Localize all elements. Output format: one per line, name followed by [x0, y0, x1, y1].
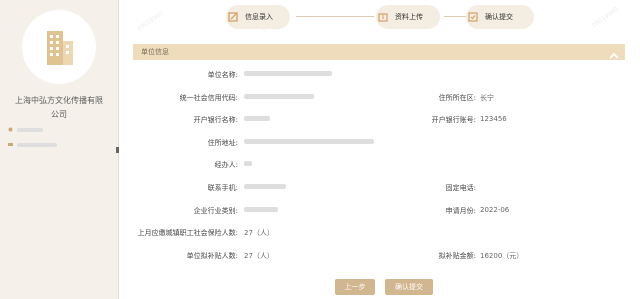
redacted-text [17, 142, 57, 147]
phone-value [244, 184, 286, 189]
bank-name-label: 开户银行名称: [193, 116, 238, 124]
section-title: 单位信息 [141, 48, 169, 56]
address-value [244, 139, 374, 144]
apply-month-label: 申请月份: [445, 207, 476, 215]
collapse-handle[interactable] [116, 147, 119, 153]
step-confirm[interactable]: 确认提交 [466, 5, 534, 29]
card-icon [8, 142, 13, 147]
section-header[interactable]: 单位信息 [133, 44, 625, 60]
industry-value [244, 207, 278, 212]
step-divider [296, 16, 374, 17]
subsidy-amount-value: 16200（元） [480, 252, 524, 260]
phone-label: 联系手机: [207, 184, 238, 192]
bank-account-label: 开户银行账号: [431, 116, 476, 124]
company-avatar [22, 10, 96, 84]
subsidy-amount-label: 拟补贴金额: [438, 252, 476, 260]
upload-icon [376, 10, 390, 24]
unit-name-value [244, 71, 332, 76]
step-upload[interactable]: 资料上传 [376, 5, 440, 29]
district-label: 住所所在区: [438, 94, 476, 102]
redacted-text [17, 127, 43, 132]
apply-month-value: 2022-06 [480, 206, 510, 214]
edit-icon [226, 10, 240, 24]
step-progress: 信息录入 资料上传 确认提交 [118, 0, 640, 36]
handler-label: 经办人: [214, 161, 238, 169]
address-label: 住所地址: [207, 139, 238, 147]
insured-count-value: 27（人） [244, 229, 274, 237]
bank-name-value [244, 116, 270, 121]
left-info-item [8, 127, 43, 132]
confirm-submit-button[interactable]: 确认提交 [385, 279, 433, 295]
subsidy-people-label: 单位拟补贴人数: [186, 252, 238, 260]
building-icon [47, 31, 73, 65]
step-info-entry[interactable]: 信息录入 [226, 5, 290, 29]
left-info-item [8, 142, 57, 147]
industry-label: 企业行业类别: [193, 207, 238, 215]
unit-name-label: 单位名称: [207, 71, 238, 79]
credit-code-label: 统一社会信用代码: [179, 94, 238, 102]
district-value: 长宁 [480, 94, 494, 102]
handler-value [244, 161, 252, 166]
insured-count-label: 上月应缴城镇职工社会保险人数: [137, 229, 238, 237]
prev-step-button[interactable]: 上一步 [335, 279, 375, 295]
left-panel: 上海中弘方文化传播有限 公司 [0, 0, 119, 299]
company-name: 上海中弘方文化传播有限 公司 [15, 96, 103, 119]
bank-account-value: 123456 [480, 115, 507, 123]
check-icon [466, 10, 480, 24]
credit-code-value [244, 94, 314, 99]
subsidy-people-value: 27（人） [244, 252, 274, 260]
landline-label: 固定电话: [445, 184, 476, 192]
user-icon [8, 127, 13, 132]
